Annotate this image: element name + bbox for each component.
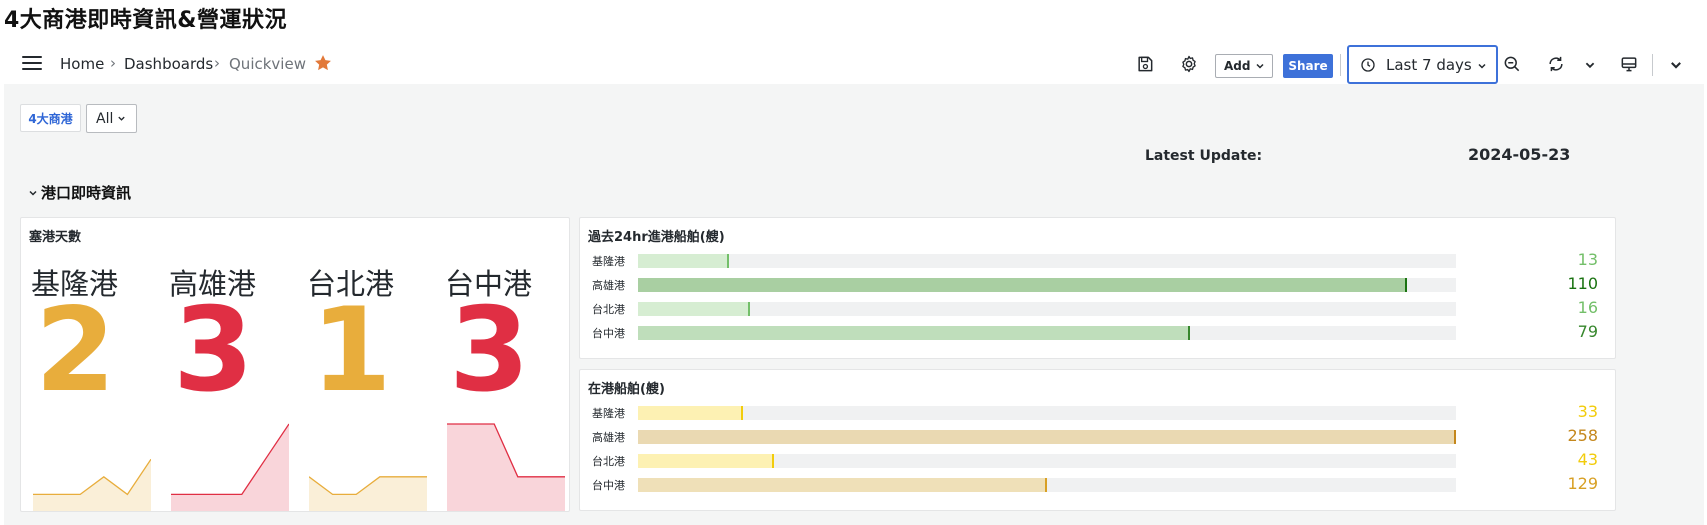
bar-fill xyxy=(638,302,750,316)
bar-track xyxy=(638,406,1456,420)
stat-value: 2 xyxy=(35,283,116,418)
panel-arrivals-24hr: 過去24hr進港船舶(艘) 基隆港 13 高雄港 110 台北港 16 台中港 79 xyxy=(579,217,1616,359)
bar-value: 33 xyxy=(1577,402,1598,421)
bar-value: 110 xyxy=(1567,274,1598,293)
toolbar-divider xyxy=(1652,54,1653,76)
share-button[interactable]: Share xyxy=(1283,54,1333,78)
bar-label: 高雄港 xyxy=(592,431,625,444)
latest-update-label: Latest Update: xyxy=(1145,148,1263,164)
variable-select-value: All xyxy=(96,110,114,127)
bar-end-marker xyxy=(1188,326,1191,340)
bar-track xyxy=(638,326,1456,340)
collapse-chevron-icon[interactable] xyxy=(1669,58,1683,72)
stat-value: 1 xyxy=(311,283,392,418)
chevron-down-icon xyxy=(118,116,126,121)
sparkline-area xyxy=(171,424,289,511)
bar-label: 基隆港 xyxy=(592,407,625,420)
bar-value: 79 xyxy=(1577,322,1598,341)
bar-value: 43 xyxy=(1577,450,1598,469)
tv-mode-icon[interactable] xyxy=(1619,54,1639,74)
bar-end-marker xyxy=(1045,478,1047,492)
bar-end-marker xyxy=(726,254,729,268)
row-header[interactable]: 港口即時資訊 xyxy=(28,182,131,203)
breadcrumb-home[interactable]: Home xyxy=(60,55,104,73)
panel-title: 過去24hr進港船舶(艘) xyxy=(588,230,725,245)
bar-fill xyxy=(638,326,1191,340)
row-title: 港口即時資訊 xyxy=(41,184,132,202)
bar-track xyxy=(638,430,1456,444)
bar-end-marker xyxy=(772,454,775,468)
bar-fill xyxy=(638,278,1408,292)
bar-track xyxy=(638,278,1456,292)
panel-congestion-days: 塞港天數 基隆港 2 高雄港 3 台北港 1 台中港 3 xyxy=(20,217,570,512)
add-button-label: Add xyxy=(1224,59,1251,73)
bar-end-marker xyxy=(1405,278,1408,292)
bar-fill xyxy=(638,478,1047,492)
breadcrumb-current: Quickview xyxy=(229,55,306,73)
latest-update-value: 2024-05-23 xyxy=(1468,145,1571,164)
variable-label: 4大商港 xyxy=(20,104,81,132)
stat-sparkline xyxy=(171,423,289,511)
bar-label: 台北港 xyxy=(592,303,625,316)
stat-value: 3 xyxy=(173,283,254,418)
bar-label: 台北港 xyxy=(592,455,625,468)
bar-label: 基隆港 xyxy=(592,255,625,268)
variable-select[interactable]: All xyxy=(86,104,137,133)
bar-fill xyxy=(638,254,729,268)
bar-track xyxy=(638,478,1456,492)
stat-sparkline xyxy=(309,476,427,511)
top-navbar: Home › Dashboards › Quickview Add Share … xyxy=(0,45,1700,84)
chevron-down-icon xyxy=(1478,63,1486,69)
sparkline-area xyxy=(309,476,427,511)
breadcrumb-separator: › xyxy=(110,54,116,72)
clock-icon xyxy=(1361,58,1375,72)
bar-value: 13 xyxy=(1577,250,1598,269)
save-icon[interactable] xyxy=(1135,54,1155,74)
time-range-picker[interactable]: Last 7 days xyxy=(1347,45,1498,84)
stat-sparkline xyxy=(447,423,565,511)
breadcrumb-dashboards[interactable]: Dashboards xyxy=(124,55,213,73)
stat-sparkline xyxy=(33,458,151,511)
chevron-down-icon xyxy=(29,190,37,196)
bar-end-marker xyxy=(1454,430,1456,444)
bar-fill xyxy=(638,454,775,468)
bar-value: 258 xyxy=(1567,426,1598,445)
bar-label: 台中港 xyxy=(592,479,625,492)
stat-value: 3 xyxy=(449,283,530,418)
add-button[interactable]: Add xyxy=(1215,54,1273,78)
bar-end-marker xyxy=(740,406,743,420)
bar-track xyxy=(638,302,1456,316)
menu-icon[interactable] xyxy=(22,56,42,71)
sparkline-area xyxy=(447,424,565,511)
breadcrumb-separator: › xyxy=(214,54,220,72)
panel-title: 塞港天數 xyxy=(29,230,82,245)
zoom-out-icon[interactable] xyxy=(1502,54,1522,74)
share-button-label: Share xyxy=(1288,59,1328,73)
refresh-interval-chevron-icon[interactable] xyxy=(1584,59,1596,71)
chevron-down-icon xyxy=(1256,63,1264,69)
bar-value: 129 xyxy=(1567,474,1598,493)
bar-end-marker xyxy=(747,302,750,316)
bar-label: 台中港 xyxy=(592,327,625,340)
bar-label: 高雄港 xyxy=(592,279,625,292)
settings-gear-icon[interactable] xyxy=(1179,54,1199,74)
bar-track xyxy=(638,254,1456,268)
toolbar-divider xyxy=(1340,54,1341,76)
panel-ships-in-port: 在港船舶(艘) 基隆港 33 高雄港 258 台北港 43 台中港 129 xyxy=(579,369,1616,511)
page-title: 4大商港即時資訊&營運狀況 xyxy=(4,8,287,33)
favorite-star-icon[interactable] xyxy=(313,53,333,73)
bar-value: 16 xyxy=(1577,298,1598,317)
refresh-icon[interactable] xyxy=(1546,54,1566,74)
bar-fill xyxy=(638,406,743,420)
panel-title: 在港船舶(艘) xyxy=(588,382,665,397)
bar-track xyxy=(638,454,1456,468)
bar-fill xyxy=(638,430,1456,444)
time-range-label: Last 7 days xyxy=(1386,56,1472,74)
